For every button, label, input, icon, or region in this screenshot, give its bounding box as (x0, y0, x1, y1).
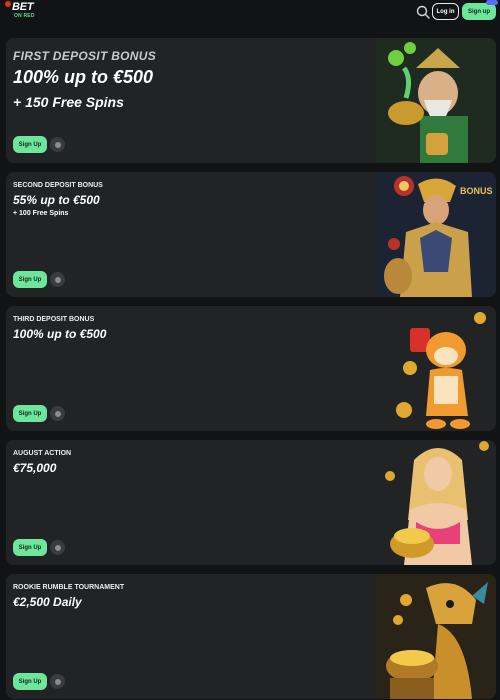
promo-headline: 55% up to €500 (13, 193, 100, 207)
promo-signup-button[interactable]: Sign Up (13, 673, 47, 690)
signup-badge (486, 0, 498, 5)
promo-card-august-action: AUGUST ACTION €75,000 Sign Up (6, 440, 496, 565)
promo-info-button[interactable] (50, 674, 65, 689)
promo-headline: 100% up to €500 (13, 67, 154, 87)
search-button[interactable] (415, 4, 431, 20)
promo-headline: €2,500 Daily (13, 595, 82, 609)
logo[interactable]: BET ON RED (5, 1, 45, 23)
promo-info-button[interactable] (50, 406, 65, 421)
promo-headline: 100% up to €500 (13, 327, 107, 341)
logo-subtext: ON RED (14, 13, 35, 19)
promo-signup-button[interactable]: Sign Up (13, 271, 47, 288)
promo-subline: + 150 Free Spins (13, 94, 124, 110)
promo-card-third-deposit: THIRD DEPOSIT BONUS 100% up to €500 Sign… (6, 306, 496, 431)
logo-mark (5, 1, 11, 7)
info-icon (54, 544, 61, 551)
promo-signup-button[interactable]: Sign Up (13, 539, 47, 556)
promo-subline: + 100 Free Spins (13, 210, 69, 217)
info-icon (54, 678, 61, 685)
promo-title: SECOND DEPOSIT BONUS (13, 182, 103, 189)
promo-info-button[interactable] (50, 137, 65, 152)
promo-headline: €75,000 (13, 461, 57, 475)
promo-signup-button[interactable]: Sign Up (13, 405, 47, 422)
logo-text: BET (12, 1, 34, 13)
search-icon (416, 5, 430, 19)
promo-card-first-deposit: FIRST DEPOSIT BONUS 100% up to €500 + 15… (6, 38, 496, 163)
promo-card-rookie-rumble: ROOKIE RUMBLE TOURNAMENT €2,500 Daily Si… (6, 574, 496, 699)
signup-button[interactable]: Sign up (462, 3, 496, 20)
info-icon (54, 276, 61, 283)
promo-card-second-deposit: SECOND DEPOSIT BONUS 55% up to €500 + 10… (6, 172, 496, 297)
promo-art-tiger (376, 306, 496, 431)
promo-art-warrior: BONUS (376, 172, 496, 297)
promo-info-button[interactable] (50, 272, 65, 287)
promo-title: FIRST DEPOSIT BONUS (13, 49, 157, 63)
promo-art-mage (376, 38, 496, 163)
info-icon (54, 141, 61, 148)
promo-art-dragon (376, 574, 496, 699)
login-button[interactable]: Log in (432, 3, 459, 20)
promo-info-button[interactable] (50, 540, 65, 555)
promo-title: AUGUST ACTION (13, 450, 72, 457)
promo-title: ROOKIE RUMBLE TOURNAMENT (13, 584, 125, 591)
promo-title: THIRD DEPOSIT BONUS (13, 316, 95, 323)
info-icon (54, 410, 61, 417)
top-bar: BET ON RED Log in Sign up (0, 0, 500, 26)
promo-art-woman (376, 440, 496, 565)
promo-signup-button[interactable]: Sign Up (13, 136, 47, 153)
svg-text:BONUS: BONUS (460, 186, 493, 196)
